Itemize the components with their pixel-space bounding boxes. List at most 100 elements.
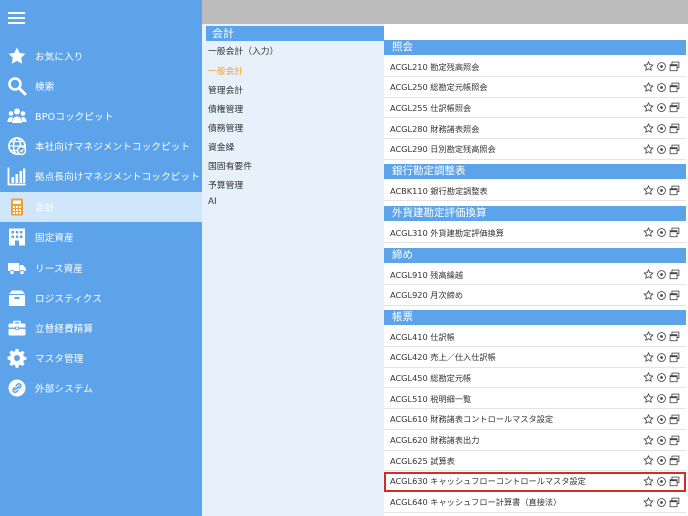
window-icon[interactable] bbox=[669, 82, 680, 93]
sidebar-item-briefcase[interactable]: 立替経費精算 bbox=[0, 313, 202, 343]
window-icon[interactable] bbox=[669, 352, 680, 363]
submenu-item[interactable]: 予算管理 bbox=[208, 178, 243, 191]
sidebar-item-gear[interactable]: マスタ管理 bbox=[0, 343, 202, 373]
window-icon[interactable] bbox=[669, 435, 680, 446]
sidebar-item-star[interactable]: お気に入り bbox=[0, 41, 202, 71]
program-row-acgl255[interactable]: ACGL255 仕訳帳照会 bbox=[384, 98, 686, 119]
sidebar-item-bar-chart[interactable]: 拠点長向けマネジメントコックピット bbox=[0, 161, 202, 191]
submenu-item[interactable]: 債権管理 bbox=[208, 102, 243, 115]
star-outline-icon[interactable] bbox=[643, 269, 654, 280]
window-icon[interactable] bbox=[669, 497, 680, 508]
row-actions bbox=[643, 351, 680, 363]
program-row-acgl625[interactable]: ACGL625 試算表 bbox=[384, 451, 686, 472]
program-row-acgl920[interactable]: ACGL920 月次締め bbox=[384, 286, 686, 306]
circle-dot-icon[interactable] bbox=[656, 185, 667, 196]
window-icon[interactable] bbox=[669, 455, 680, 466]
sidebar-item-link[interactable]: 外部システム bbox=[0, 373, 202, 403]
window-icon[interactable] bbox=[669, 185, 680, 196]
circle-dot-icon[interactable] bbox=[656, 82, 667, 93]
sidebar-item-people[interactable]: BPOコックピット bbox=[0, 101, 202, 131]
program-row-acgl410[interactable]: ACGL410 仕訳帳 bbox=[384, 327, 686, 347]
window-icon[interactable] bbox=[669, 144, 680, 155]
star-outline-icon[interactable] bbox=[643, 61, 654, 72]
window-icon[interactable] bbox=[669, 476, 680, 487]
circle-dot-icon[interactable] bbox=[656, 61, 667, 72]
program-row-acgl250[interactable]: ACGL250 総勘定元帳照会 bbox=[384, 78, 686, 98]
circle-dot-icon[interactable] bbox=[656, 227, 667, 238]
star-outline-icon[interactable] bbox=[643, 81, 654, 93]
star-outline-icon[interactable] bbox=[643, 393, 654, 404]
bar-chart-icon bbox=[7, 166, 27, 186]
star-outline-icon[interactable] bbox=[643, 372, 654, 383]
star-outline-icon[interactable] bbox=[643, 185, 654, 196]
window-icon[interactable] bbox=[669, 393, 680, 404]
window-icon[interactable] bbox=[669, 269, 680, 280]
circle-dot-icon[interactable] bbox=[656, 269, 667, 280]
window-icon[interactable] bbox=[669, 227, 680, 238]
program-row-acbk110[interactable]: ACBK110 銀行勘定調整表 bbox=[384, 181, 686, 201]
circle-dot-icon[interactable] bbox=[656, 393, 667, 404]
star-outline-icon[interactable] bbox=[643, 102, 654, 113]
program-row-acgl910[interactable]: ACGL910 残高繰越 bbox=[384, 265, 686, 285]
submenu-item[interactable]: 債務管理 bbox=[208, 121, 243, 134]
circle-dot-icon[interactable] bbox=[656, 102, 667, 113]
program-row-acgl620[interactable]: ACGL620 財務諸表出力 bbox=[384, 431, 686, 451]
window-icon[interactable] bbox=[669, 331, 680, 342]
circle-dot-icon[interactable] bbox=[656, 331, 667, 342]
star-outline-icon[interactable] bbox=[643, 496, 654, 508]
circle-dot-icon[interactable] bbox=[656, 435, 667, 446]
program-row-acgl420[interactable]: ACGL420 売上／仕入仕訳帳 bbox=[384, 348, 686, 368]
submenu-item[interactable]: AI bbox=[208, 197, 217, 207]
submenu-item[interactable]: 管理会計 bbox=[208, 83, 243, 96]
star-outline-icon[interactable] bbox=[643, 475, 654, 487]
circle-dot-icon[interactable] bbox=[656, 497, 667, 508]
sidebar-item-globe[interactable]: 本社向けマネジメントコックピット bbox=[0, 131, 202, 161]
window-icon[interactable] bbox=[669, 61, 680, 72]
sidebar-item-label: 拠点長向けマネジメントコックピット bbox=[35, 172, 200, 183]
star-outline-icon[interactable] bbox=[643, 227, 654, 238]
hamburger-icon[interactable] bbox=[8, 10, 26, 26]
program-row-acgl310[interactable]: ACGL310 外貨建勘定評価換算 bbox=[384, 223, 686, 243]
program-row-acgl450[interactable]: ACGL450 総勘定元帳 bbox=[384, 368, 686, 389]
star-outline-icon[interactable] bbox=[643, 331, 654, 342]
sidebar-item-truck[interactable]: リース資産 bbox=[0, 253, 202, 283]
window-icon[interactable] bbox=[669, 102, 680, 113]
circle-dot-icon[interactable] bbox=[656, 290, 667, 301]
program-row-acgl630[interactable]: ACGL630 キャッシュフローコントロールマスタ設定 bbox=[384, 471, 686, 492]
circle-dot-icon[interactable] bbox=[656, 144, 667, 155]
sidebar-item-calculator[interactable]: 会計 bbox=[0, 192, 202, 222]
circle-dot-icon[interactable] bbox=[656, 476, 667, 487]
submenu-item[interactable]: 国固有要件 bbox=[208, 159, 252, 172]
star-outline-icon[interactable] bbox=[643, 289, 654, 301]
window-icon[interactable] bbox=[669, 123, 680, 134]
program-row-acgl510[interactable]: ACGL510 税明細一覧 bbox=[384, 389, 686, 410]
window-icon[interactable] bbox=[669, 372, 680, 383]
submenu-item[interactable]: 一般会計 bbox=[208, 64, 243, 77]
circle-dot-icon[interactable] bbox=[656, 372, 667, 383]
circle-dot-icon[interactable] bbox=[656, 414, 667, 425]
window-icon[interactable] bbox=[669, 414, 680, 425]
sidebar-item-label: 立替経費精算 bbox=[35, 324, 94, 335]
star-outline-icon[interactable] bbox=[643, 123, 654, 134]
program-row-acgl290[interactable]: ACGL290 日別勘定残高照会 bbox=[384, 140, 686, 160]
program-label: ACGL420 売上／仕入仕訳帳 bbox=[390, 352, 496, 363]
sidebar-item-box[interactable]: ロジスティクス bbox=[0, 283, 202, 313]
submenu-item[interactable]: 一般会計（入力） bbox=[208, 44, 278, 57]
circle-dot-icon[interactable] bbox=[656, 352, 667, 363]
sidebar-item-building[interactable]: 固定資産 bbox=[0, 222, 202, 252]
program-row-acgl280[interactable]: ACGL280 財務諸表照会 bbox=[384, 119, 686, 140]
program-row-acgl640[interactable]: ACGL640 キャッシュフロー計算書（直接法） bbox=[384, 493, 686, 513]
star-outline-icon[interactable] bbox=[643, 434, 654, 446]
program-row-acgl610[interactable]: ACGL610 財務諸表コントロールマスタ設定 bbox=[384, 410, 686, 430]
star-outline-icon[interactable] bbox=[643, 143, 654, 155]
circle-dot-icon[interactable] bbox=[656, 123, 667, 134]
submenu-item[interactable]: 資金繰 bbox=[208, 140, 234, 153]
submenu-header: 会計 bbox=[206, 26, 384, 41]
star-outline-icon[interactable] bbox=[643, 455, 654, 466]
star-outline-icon[interactable] bbox=[643, 351, 654, 363]
circle-dot-icon[interactable] bbox=[656, 455, 667, 466]
window-icon[interactable] bbox=[669, 290, 680, 301]
sidebar-item-search[interactable]: 検索 bbox=[0, 71, 202, 101]
star-outline-icon[interactable] bbox=[643, 413, 654, 425]
program-row-acgl210[interactable]: ACGL210 勘定残高照会 bbox=[384, 57, 686, 77]
